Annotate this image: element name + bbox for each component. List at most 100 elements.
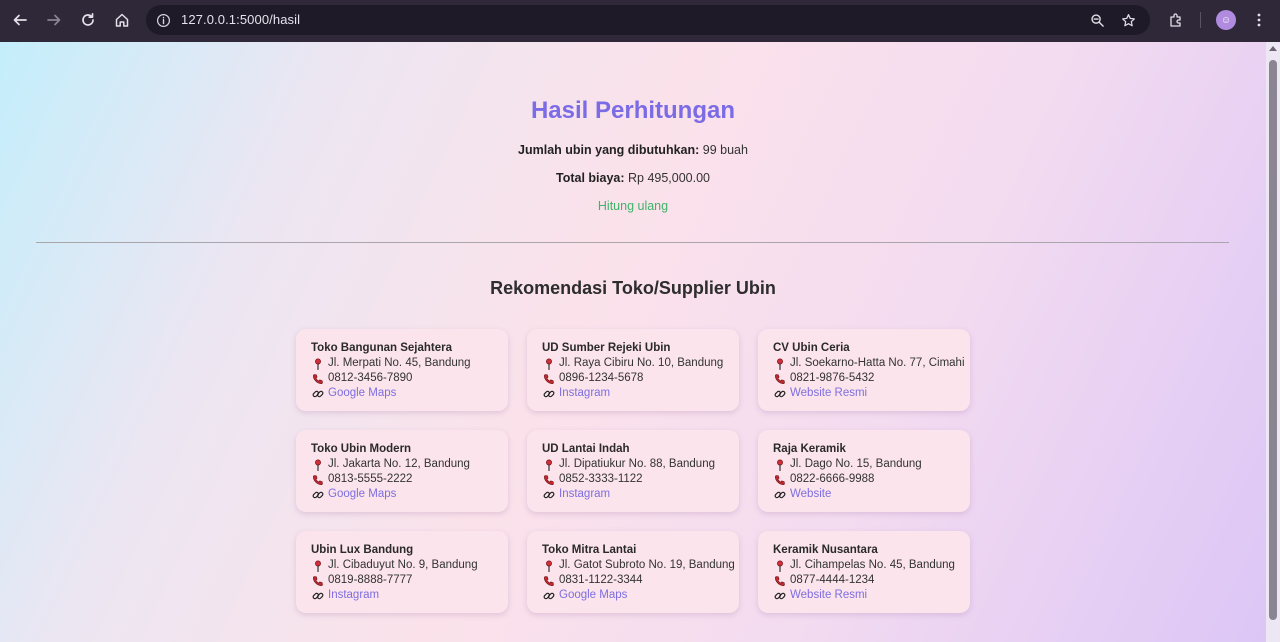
store-link[interactable]: Website Resmi	[790, 386, 867, 401]
store-link[interactable]: Website Resmi	[790, 588, 867, 603]
link-icon	[773, 387, 787, 401]
store-phone: 0813-5555-2222	[311, 472, 508, 487]
back-button[interactable]	[5, 5, 35, 35]
link-icon	[311, 488, 325, 502]
pushpin-icon	[542, 559, 556, 573]
pushpin-icon	[542, 357, 556, 371]
site-info-icon[interactable]	[154, 11, 172, 29]
pushpin-icon	[311, 559, 325, 573]
extensions-button[interactable]	[1161, 5, 1191, 35]
store-link[interactable]: Instagram	[328, 588, 379, 603]
tiles-needed-line: Jumlah ubin yang dibutuhkan: 99 buah	[0, 143, 1266, 157]
reload-button[interactable]	[73, 5, 103, 35]
scrollbar-thumb[interactable]	[1269, 60, 1277, 620]
browser-toolbar: 127.0.0.1:5000/hasil ☺	[0, 0, 1280, 42]
store-name: Toko Mitra Lantai	[542, 544, 637, 556]
store-phone: 0812-3456-7890	[311, 371, 508, 386]
store-name: UD Sumber Rejeki Ubin	[542, 342, 671, 354]
total-cost-line: Total biaya: Rp 495,000.00	[0, 171, 1266, 185]
store-link[interactable]: Google Maps	[328, 386, 396, 401]
store-name: Toko Bangunan Sejahtera	[311, 342, 453, 354]
store-card: UD Lantai Indah Jl. Dipatiukur No. 88, Ba…	[527, 430, 739, 512]
store-address-text: Jl. Gatot Subroto No. 19, Bandung	[559, 559, 735, 571]
pushpin-icon	[542, 458, 556, 472]
zoom-icon[interactable]	[1088, 11, 1106, 29]
store-card: Ubin Lux Bandung Jl. Cibaduyut No. 9, Ban…	[296, 531, 508, 613]
store-phone-text: 0852-3333-1122	[559, 473, 643, 485]
store-link-row: Google Maps	[311, 487, 508, 502]
store-link-row: Google Maps	[311, 386, 508, 401]
tiles-needed-label: Jumlah ubin yang dibutuhkan:	[518, 143, 700, 157]
store-address: Jl. Soekarno-Hatta No. 77, Cimahi	[773, 356, 970, 371]
toolbar-divider	[1200, 12, 1201, 28]
recalculate-link[interactable]: Hitung ulang	[0, 199, 1266, 213]
kebab-menu-icon	[1257, 13, 1261, 27]
menu-button[interactable]	[1244, 5, 1274, 35]
telephone-icon	[311, 473, 325, 487]
store-address-text: Jl. Merpati No. 45, Bandung	[328, 357, 471, 369]
scroll-up-arrow[interactable]	[1269, 46, 1277, 51]
tiles-needed-value: 99 buah	[702, 143, 748, 157]
store-address-text: Jl. Soekarno-Hatta No. 77, Cimahi	[790, 357, 965, 369]
reload-icon	[82, 12, 94, 26]
link-icon	[542, 488, 556, 502]
telephone-icon	[542, 372, 556, 386]
store-phone: 0877-4444-1234	[773, 573, 970, 588]
store-address-text: Jl. Cihampelas No. 45, Bandung	[790, 559, 955, 571]
total-cost-label: Total biaya:	[555, 171, 625, 185]
store-link[interactable]: Google Maps	[559, 588, 627, 603]
store-link-row: Website	[773, 487, 970, 502]
link-icon	[542, 589, 556, 603]
telephone-icon	[542, 473, 556, 487]
store-address: Jl. Dago No. 15, Bandung	[773, 457, 970, 472]
store-phone-text: 0896-1234-5678	[559, 372, 644, 384]
store-name: Keramik Nusantara	[773, 544, 878, 556]
store-link[interactable]: Instagram	[559, 386, 610, 401]
store-card: Keramik Nusantara Jl. Cihampelas No. 45, …	[758, 531, 970, 613]
store-address-text: Jl. Dago No. 15, Bandung	[790, 458, 922, 470]
store-link-row: Instagram	[542, 386, 739, 401]
store-address-text: Jl. Cibaduyut No. 9, Bandung	[328, 559, 478, 571]
store-phone-text: 0812-3456-7890	[328, 372, 413, 384]
forward-button[interactable]	[39, 5, 69, 35]
store-address-text: Jl. Raya Cibiru No. 10, Bandung	[559, 357, 724, 369]
vertical-scrollbar[interactable]	[1266, 42, 1280, 642]
address-bar[interactable]: 127.0.0.1:5000/hasil	[146, 5, 1150, 35]
store-phone-text: 0831-1122-3344	[559, 574, 643, 586]
profile-avatar[interactable]: ☺	[1216, 10, 1236, 30]
telephone-icon	[311, 574, 325, 588]
page-title: Hasil Perhitungan	[530, 97, 736, 124]
store-card: Toko Ubin Modern Jl. Jakarta No. 12, Band…	[296, 430, 508, 512]
pushpin-icon	[773, 559, 787, 573]
telephone-icon	[311, 372, 325, 386]
store-name: CV Ubin Ceria	[773, 342, 850, 354]
home-button[interactable]	[107, 5, 137, 35]
store-phone: 0819-8888-7777	[311, 573, 508, 588]
store-name: Raja Keramik	[773, 443, 846, 455]
store-link-row: Google Maps	[542, 588, 739, 603]
store-phone: 0821-9876-5432	[773, 371, 970, 386]
store-address: Jl. Gatot Subroto No. 19, Bandung	[542, 558, 739, 573]
store-card: Toko Mitra Lantai Jl. Gatot Subroto No. 1…	[527, 531, 739, 613]
back-arrow-icon	[13, 14, 27, 26]
pushpin-icon	[311, 458, 325, 472]
store-name: Ubin Lux Bandung	[311, 544, 414, 556]
section-divider	[36, 242, 1229, 243]
url-text[interactable]: 127.0.0.1:5000/hasil	[181, 12, 300, 27]
bookmark-star-icon[interactable]	[1119, 11, 1137, 29]
link-icon	[311, 589, 325, 603]
store-phone-text: 0821-9876-5432	[790, 372, 875, 384]
store-link[interactable]: Website	[790, 487, 831, 502]
link-icon	[773, 488, 787, 502]
store-link-row: Website Resmi	[773, 386, 970, 401]
link-icon	[542, 387, 556, 401]
store-link[interactable]: Google Maps	[328, 487, 396, 502]
telephone-icon	[773, 473, 787, 487]
telephone-icon	[773, 574, 787, 588]
store-address: Jl. Cihampelas No. 45, Bandung	[773, 558, 970, 573]
store-card: UD Sumber Rejeki Ubin Jl. Raya Cibiru No.…	[527, 329, 739, 411]
store-link[interactable]: Instagram	[559, 487, 610, 502]
total-cost-value: Rp 495,000.00	[628, 171, 711, 185]
telephone-icon	[773, 372, 787, 386]
forward-arrow-icon	[47, 14, 61, 26]
